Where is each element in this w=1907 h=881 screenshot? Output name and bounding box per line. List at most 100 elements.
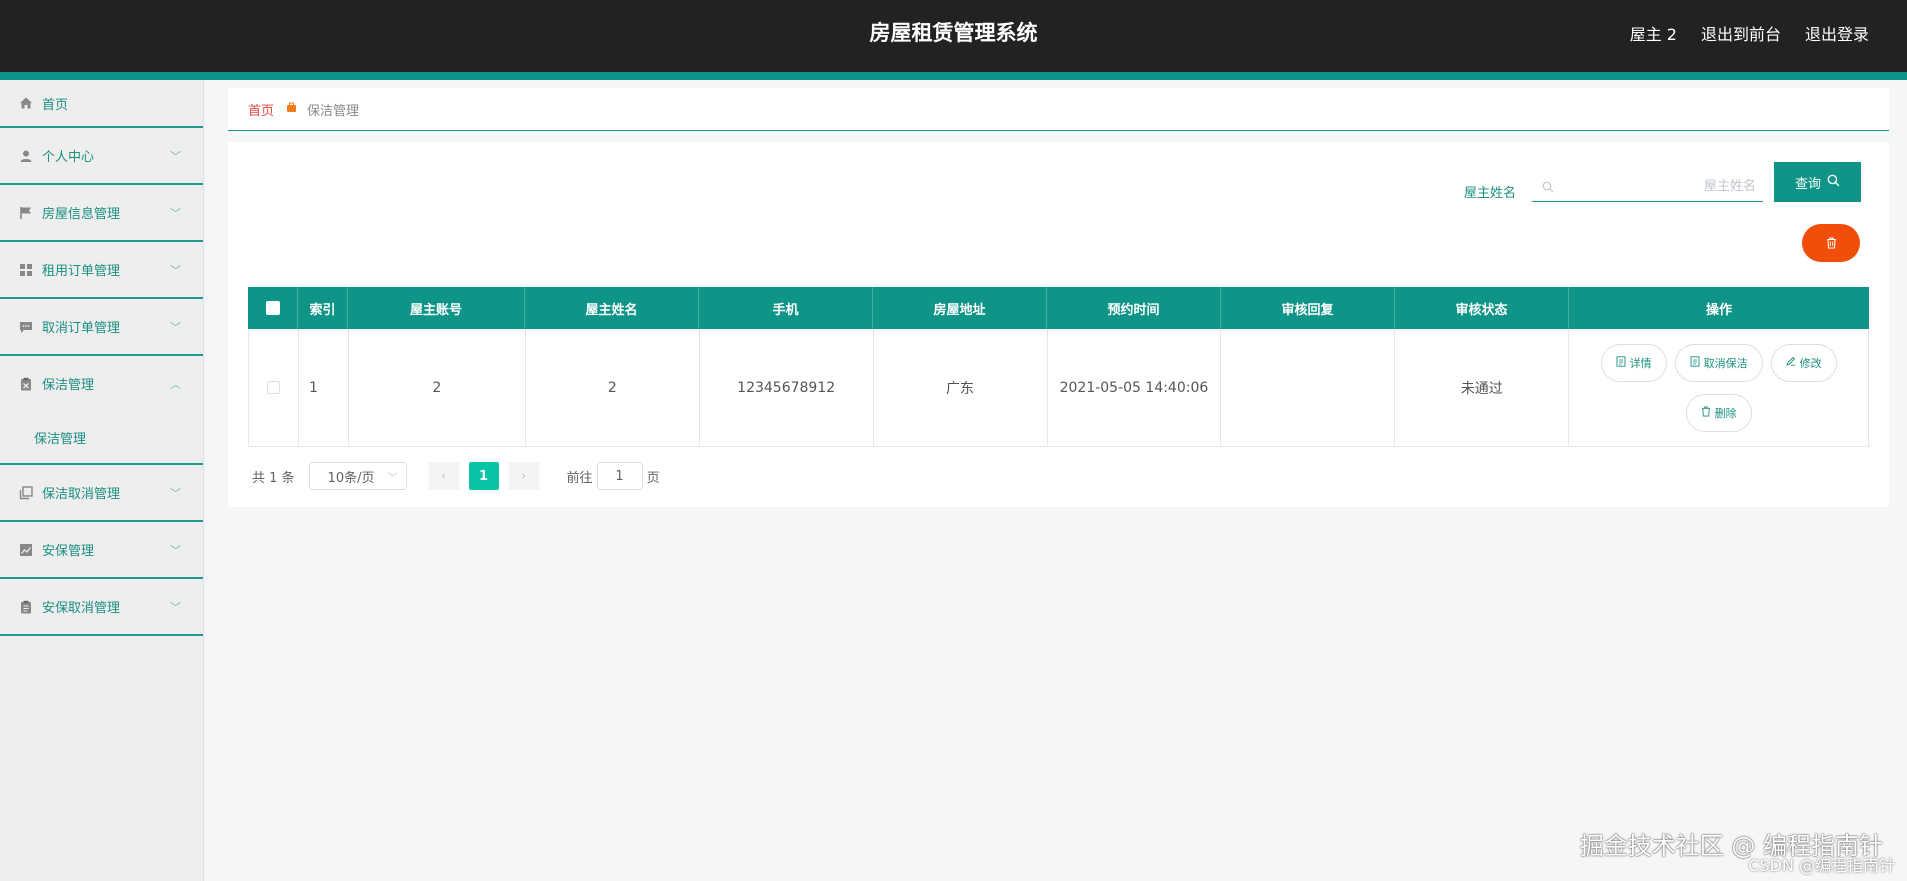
pagination: 共 1 条 10条/页 ﹀ ‹ 1 › 前往 页 xyxy=(252,462,660,490)
grid-icon xyxy=(18,262,34,278)
logout-link[interactable]: 退出登录 xyxy=(1805,21,1869,45)
cancel-cleaning-button-label: 取消保洁 xyxy=(1703,356,1748,370)
sidebar-group-cleaning: 保洁管理 ︿ 保洁管理 xyxy=(0,356,203,465)
sidebar-item-security-cancel[interactable]: 安保取消管理 ﹀ xyxy=(0,579,203,636)
app-title: 房屋租赁管理系统 xyxy=(869,21,1038,45)
breadcrumb-separator-icon xyxy=(286,102,297,116)
breadcrumb-home-link[interactable]: 首页 xyxy=(248,100,274,119)
sidebar-item-cleaning-cancel[interactable]: 保洁取消管理 ﹀ xyxy=(0,465,203,522)
user-icon xyxy=(18,148,34,164)
column-header: 预约时间 xyxy=(1047,287,1221,329)
detail-button[interactable]: 详情 xyxy=(1600,343,1667,382)
edit-icon xyxy=(1785,356,1796,369)
column-header: 审核回复 xyxy=(1221,287,1395,329)
cell-status: 未通过 xyxy=(1395,329,1570,446)
cell-actions: 详情 取消保洁 修改 删除 xyxy=(1569,329,1869,446)
sidebar-item-label: 首页 xyxy=(42,97,69,113)
sidebar-item-cancel-orders[interactable]: 取消订单管理 ﹀ xyxy=(0,299,203,356)
header-accent-line xyxy=(0,72,1907,80)
column-header: 屋主账号 xyxy=(348,287,525,329)
row-checkbox[interactable] xyxy=(266,381,280,394)
chevron-down-icon: ﹀ xyxy=(170,486,181,500)
document-icon xyxy=(1690,355,1700,370)
clipboard-icon xyxy=(18,376,34,392)
cell-name: 2 xyxy=(526,329,700,446)
cell-phone: 12345678912 xyxy=(700,329,874,446)
column-header: 手机 xyxy=(699,287,873,329)
query-button-label: 查询 xyxy=(1794,175,1821,191)
sidebar-item-label: 个人中心 xyxy=(42,150,95,165)
column-header: 审核状态 xyxy=(1395,287,1569,329)
trash-icon xyxy=(1826,234,1837,253)
chevron-down-icon: ﹀ xyxy=(170,263,181,277)
page-size-value: 10条/页 xyxy=(327,470,375,486)
column-header: 操作 xyxy=(1705,302,1732,318)
delete-button-label: 删除 xyxy=(1714,406,1737,420)
flag-icon xyxy=(18,205,34,221)
cell-time: 2021-05-05 14:40:06 xyxy=(1048,329,1222,446)
trash-icon xyxy=(1701,406,1711,420)
goto-page-input[interactable] xyxy=(596,462,643,490)
chevron-down-icon: ﹀ xyxy=(170,543,181,557)
search-input[interactable] xyxy=(1562,174,1756,198)
sidebar: 首页 个人中心 ﹀ 房屋信息管理 ﹀ 租用订单管理 ﹀ 取消订单管理 ﹀ 保洁管… xyxy=(0,80,204,881)
chevron-up-icon: ︿ xyxy=(170,377,181,391)
sidebar-item-label: 保洁取消管理 xyxy=(42,487,121,502)
next-page-button[interactable]: › xyxy=(508,462,539,490)
copy-icon xyxy=(18,485,34,501)
batch-delete-button[interactable] xyxy=(1802,224,1860,262)
sidebar-item-cleaning[interactable]: 保洁管理 ︿ xyxy=(0,356,203,411)
current-user: 屋主 2 xyxy=(1629,25,1677,44)
chat-icon xyxy=(18,319,34,335)
sidebar-item-rent-orders[interactable]: 租用订单管理 ﹀ xyxy=(0,242,203,299)
top-header: 房屋租赁管理系统 屋主 2 退出到前台 退出登录 xyxy=(0,0,1907,72)
cell-reply xyxy=(1221,329,1396,446)
pagination-total: 共 1 条 xyxy=(252,470,295,486)
search-icon xyxy=(1542,178,1554,197)
column-header: 索引 xyxy=(298,287,348,329)
back-to-front-link[interactable]: 退出到前台 xyxy=(1701,21,1781,45)
page-number-button[interactable]: 1 xyxy=(468,462,499,490)
column-header: 房屋地址 xyxy=(873,287,1047,329)
goto-suffix: 页 xyxy=(646,470,660,486)
breadcrumb-current: 保洁管理 xyxy=(307,103,360,119)
search-icon xyxy=(1827,174,1840,190)
query-button[interactable]: 查询 xyxy=(1774,162,1861,202)
sidebar-item-label: 房屋信息管理 xyxy=(42,207,121,222)
row-select-cell xyxy=(249,329,299,446)
sidebar-item-label: 安保取消管理 xyxy=(42,601,121,616)
chevron-down-icon: ﹀ xyxy=(170,149,181,163)
prev-page-button[interactable]: ‹ xyxy=(428,462,459,490)
page-size-select[interactable]: 10条/页 ﹀ xyxy=(308,462,407,490)
column-header: 屋主姓名 xyxy=(525,287,699,329)
sidebar-item-label: 保洁管理 xyxy=(42,378,95,393)
chevron-down-icon: ﹀ xyxy=(170,320,181,334)
cell-index: 1 xyxy=(299,329,349,446)
content-panel: 屋主姓名 查询 索引 屋主账号 屋主姓名 手机 房屋地址 预约时间 审核回复 审… xyxy=(228,142,1889,507)
table-row: 1 2 2 12345678912 广东 2021-05-05 14:40:06… xyxy=(248,329,1869,447)
sidebar-item-label: 取消订单管理 xyxy=(42,321,121,336)
clipboard-list-icon xyxy=(18,599,34,615)
edit-button[interactable]: 修改 xyxy=(1770,343,1837,382)
breadcrumb: 首页 保洁管理 xyxy=(228,88,1889,131)
edit-button-label: 修改 xyxy=(1799,356,1822,370)
chevron-down-icon: ﹀ xyxy=(170,600,181,614)
sidebar-item-label: 安保管理 xyxy=(42,544,95,559)
sidebar-item-label: 租用订单管理 xyxy=(42,264,121,279)
sidebar-item-profile[interactable]: 个人中心 ﹀ xyxy=(0,128,203,185)
header-actions: 屋主 2 退出到前台 退出登录 xyxy=(1630,0,1869,66)
cleaning-table: 索引 屋主账号 屋主姓名 手机 房屋地址 预约时间 审核回复 审核状态 操作 1… xyxy=(248,287,1869,447)
cell-account: 2 xyxy=(349,329,526,446)
select-all-cell xyxy=(248,287,298,329)
watermark-csdn: CSDN @编程指南针 xyxy=(1748,856,1895,875)
sidebar-item-house-info[interactable]: 房屋信息管理 ﹀ xyxy=(0,185,203,242)
sidebar-item-home[interactable]: 首页 xyxy=(0,80,203,128)
sidebar-subitem-cleaning[interactable]: 保洁管理 xyxy=(0,411,203,463)
delete-button[interactable]: 删除 xyxy=(1685,393,1752,432)
search-field xyxy=(1532,170,1763,202)
select-all-checkbox[interactable] xyxy=(265,301,280,315)
document-icon xyxy=(1616,355,1626,370)
cancel-cleaning-button[interactable]: 取消保洁 xyxy=(1674,343,1763,382)
home-icon xyxy=(18,95,34,111)
sidebar-item-security[interactable]: 安保管理 ﹀ xyxy=(0,522,203,579)
